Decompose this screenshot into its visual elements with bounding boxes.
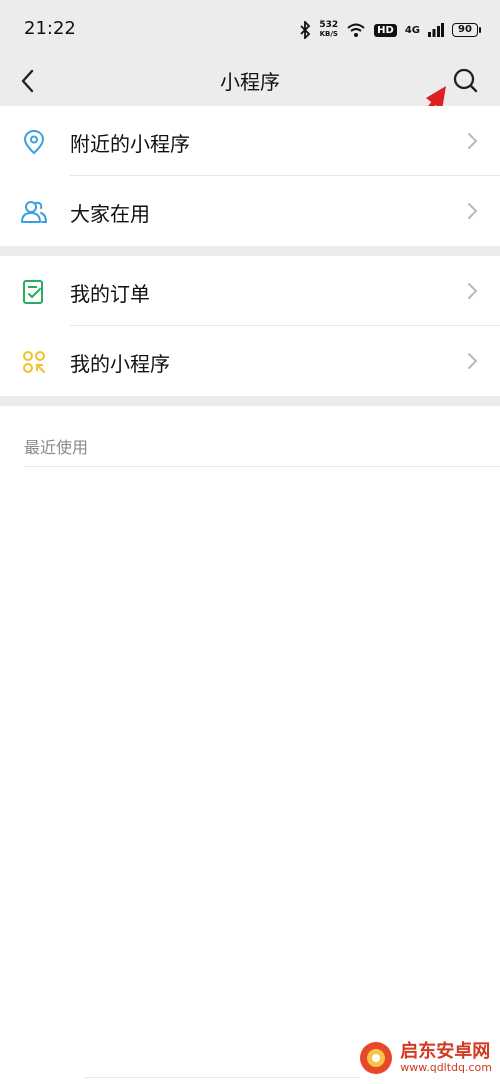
bluetooth-icon bbox=[300, 21, 311, 39]
watermark-logo-icon bbox=[360, 1042, 393, 1074]
apps-icon bbox=[23, 351, 45, 373]
chevron-right-icon bbox=[468, 203, 478, 219]
menu-item-nearby[interactable]: 附近的小程序 bbox=[0, 106, 500, 176]
menu-group-mine: 我的订单 我的小程序 bbox=[0, 256, 500, 396]
watermark-name: 启东安卓网 bbox=[400, 1041, 491, 1062]
hd-badge: HD bbox=[374, 23, 397, 37]
watermark: 启东安卓网 www.qdltdq.com bbox=[358, 1040, 492, 1076]
divider bbox=[84, 1077, 360, 1078]
chevron-right-icon bbox=[468, 353, 478, 369]
menu-item-my-miniprograms[interactable]: 我的小程序 bbox=[0, 326, 500, 396]
battery-icon: 90 bbox=[452, 23, 481, 37]
recent-label: 最近使用 bbox=[24, 438, 89, 457]
chevron-right-icon bbox=[468, 283, 478, 299]
menu-item-label: 附近的小程序 bbox=[70, 132, 190, 156]
section-gap bbox=[0, 396, 500, 406]
menu-item-popular[interactable]: 大家在用 bbox=[0, 176, 500, 246]
net-speed: 532 KB/S bbox=[319, 21, 338, 39]
order-check-icon bbox=[23, 280, 43, 304]
watermark-url: www.qdltdq.com bbox=[400, 1061, 492, 1074]
menu-item-label: 我的小程序 bbox=[70, 352, 170, 376]
network-type: 4G bbox=[404, 24, 420, 36]
wifi-icon bbox=[347, 23, 365, 37]
status-bar: 21:22 532 KB/S HD 4G 90 bbox=[0, 0, 500, 56]
menu-group-discover: 附近的小程序 大家在用 bbox=[0, 106, 500, 246]
signal-icon bbox=[428, 23, 444, 37]
watermark-text: 启东安卓网 www.qdltdq.com bbox=[400, 1042, 492, 1074]
net-speed-unit: KB/S bbox=[319, 30, 338, 38]
location-pin-icon bbox=[23, 129, 45, 155]
net-speed-value: 532 bbox=[319, 20, 339, 30]
recent-section: 最近使用 bbox=[0, 406, 500, 466]
status-time: 21:22 bbox=[24, 18, 76, 39]
section-gap bbox=[0, 246, 500, 256]
menu-item-label: 我的订单 bbox=[70, 282, 150, 306]
menu-item-label: 大家在用 bbox=[70, 202, 150, 226]
chevron-right-icon bbox=[468, 133, 478, 149]
menu-item-my-orders[interactable]: 我的订单 bbox=[0, 256, 500, 326]
divider bbox=[24, 466, 500, 467]
status-icons: 532 KB/S HD 4G 90 bbox=[299, 18, 481, 42]
people-icon bbox=[21, 201, 48, 223]
